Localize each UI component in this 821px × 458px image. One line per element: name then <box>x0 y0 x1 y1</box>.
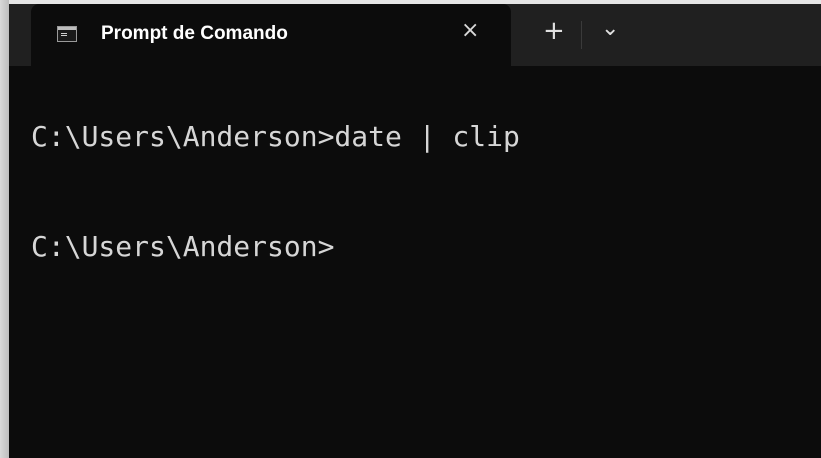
terminal-prompt: C:\Users\Anderson> <box>31 230 335 263</box>
terminal-line: C:\Users\Anderson>date | clip <box>31 120 520 153</box>
terminal-icon <box>57 26 77 42</box>
terminal-output[interactable]: C:\Users\Anderson>date | clip C:\Users\A… <box>9 66 821 458</box>
title-bar: Prompt de Comando × + ⌄ <box>9 4 821 66</box>
terminal-window: Prompt de Comando × + ⌄ C:\Users\Anderso… <box>9 4 821 458</box>
chevron-down-icon[interactable]: ⌄ <box>601 18 619 40</box>
tab-prompt-de-comando[interactable]: Prompt de Comando × <box>31 4 511 66</box>
new-tab-button[interactable]: + <box>543 18 565 44</box>
close-tab-icon[interactable]: × <box>461 20 479 42</box>
desktop-edge <box>0 0 9 458</box>
tab-title: Prompt de Comando <box>101 23 288 44</box>
tab-divider <box>581 21 582 49</box>
